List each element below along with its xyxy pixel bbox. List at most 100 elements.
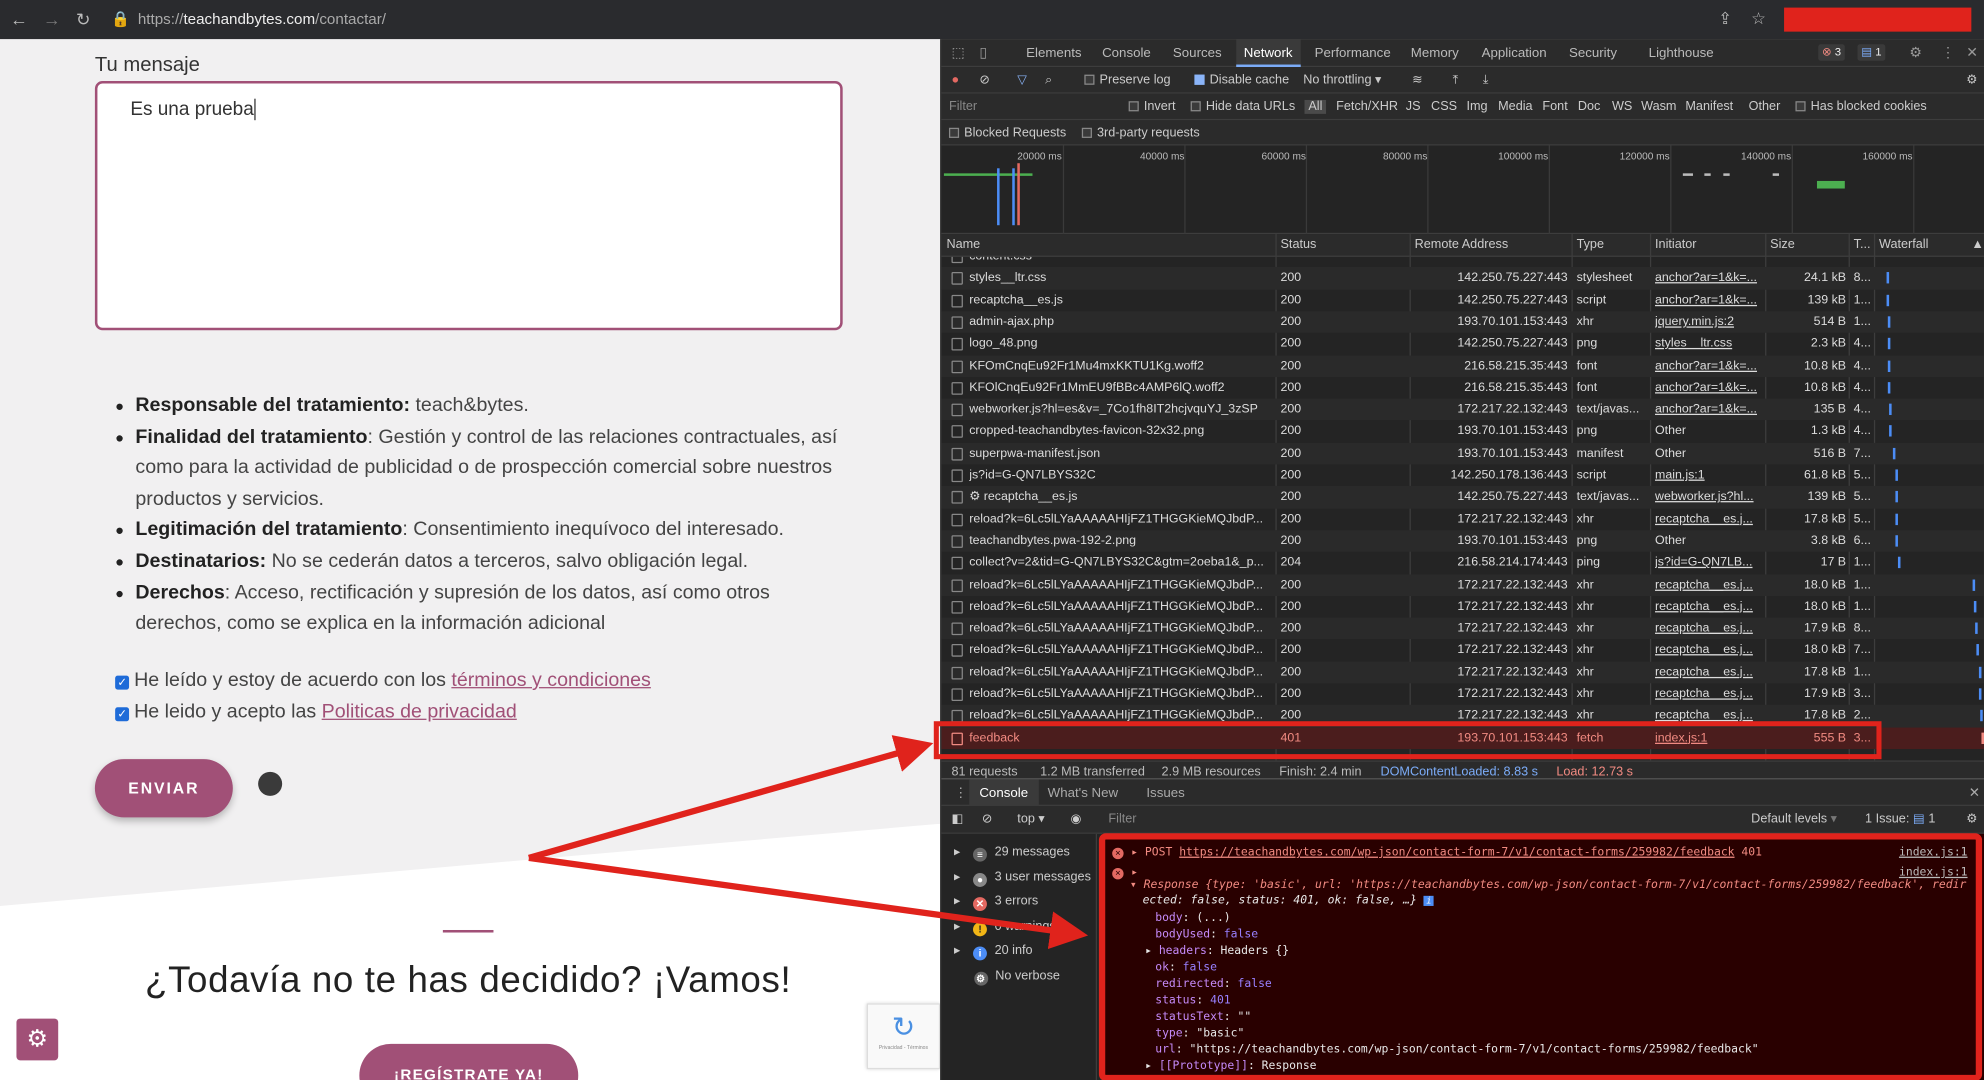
- privacy-checkbox[interactable]: ✓: [115, 707, 130, 722]
- col-time[interactable]: T...: [1854, 238, 1871, 252]
- row-initiator[interactable]: jquery.min.js:2: [1655, 315, 1763, 329]
- request-row[interactable]: superpwa-manifest.json 200 193.70.101.153:…: [941, 442, 1984, 465]
- search-icon[interactable]: ⌕: [1045, 73, 1052, 87]
- forward-icon[interactable]: →: [43, 9, 61, 29]
- default-levels-select[interactable]: Default levels ▾: [1751, 812, 1837, 826]
- type-filter-other[interactable]: Other: [1749, 100, 1781, 114]
- error-count-badge[interactable]: ⊗ 3: [1818, 44, 1845, 61]
- tab-security[interactable]: Security: [1569, 46, 1617, 61]
- reload-icon[interactable]: ↻: [76, 9, 91, 31]
- sidebar-info[interactable]: ▸ i 20 info: [954, 944, 1033, 961]
- export-har-icon[interactable]: ⤓: [1483, 73, 1489, 87]
- more-options-icon[interactable]: ⋮: [1941, 44, 1955, 61]
- import-har-icon[interactable]: ⤒: [1453, 73, 1459, 87]
- type-filter-css[interactable]: CSS: [1431, 100, 1457, 114]
- type-filter-wasm[interactable]: Wasm: [1641, 100, 1676, 114]
- expand-arrow-icon[interactable]: ▸: [1145, 1060, 1159, 1073]
- request-row[interactable]: reload?k=6Lc5lLYaAAAAAHIjFZ1THGGKieMQJbd…: [941, 683, 1984, 705]
- close-devtools-icon[interactable]: ✕: [1966, 44, 1978, 61]
- drawer-tab-console[interactable]: Console: [969, 779, 1039, 808]
- disable-cache-checkbox[interactable]: Disable cache: [1194, 73, 1289, 87]
- row-initiator[interactable]: recaptcha__es.j...: [1655, 709, 1763, 723]
- request-row[interactable]: ⚙ recaptcha__es.js 200 142.250.75.227:443 t…: [941, 486, 1984, 509]
- share-icon[interactable]: ⇪: [1718, 9, 1732, 29]
- request-row[interactable]: js?id=G-QN7LBYS32C 200 142.250.178.136:443…: [941, 464, 1984, 486]
- tab-performance[interactable]: Performance: [1315, 46, 1391, 61]
- blocked-requests-checkbox[interactable]: Blocked Requests: [948, 127, 1066, 140]
- request-row[interactable]: reload?k=6Lc5lLYaAAAAAHIjFZ1THGGKieMQJbd…: [941, 639, 1984, 661]
- row-initiator[interactable]: recaptcha__es.j...: [1655, 578, 1763, 592]
- row-initiator[interactable]: Other: [1655, 424, 1763, 438]
- issues-counter[interactable]: 1 Issue: ▤ 1: [1865, 812, 1935, 826]
- request-row[interactable]: teachandbytes.pwa-192-2.png 200 193.70.101…: [941, 530, 1984, 552]
- row-initiator[interactable]: recaptcha__es.j...: [1655, 687, 1763, 701]
- tab-sources[interactable]: Sources: [1173, 46, 1222, 61]
- privacy-link[interactable]: Politicas de privacidad: [322, 701, 517, 723]
- log-source-link[interactable]: index.js:1: [1899, 867, 1968, 880]
- row-initiator[interactable]: js?id=G-QN7LB...: [1655, 556, 1763, 570]
- clear-icon[interactable]: ⊘: [979, 73, 990, 87]
- col-name[interactable]: Name: [946, 238, 980, 252]
- cookie-settings-gear-icon[interactable]: ⚙: [16, 1018, 59, 1061]
- context-select[interactable]: top ▾: [1017, 812, 1044, 826]
- col-initiator[interactable]: Initiator: [1655, 238, 1696, 252]
- request-row[interactable]: recaptcha__es.js 200 142.250.75.227:443 scr…: [941, 289, 1984, 311]
- col-type[interactable]: Type: [1577, 238, 1604, 252]
- drawer-tab-whats-new[interactable]: What's New: [1048, 786, 1118, 801]
- invert-checkbox[interactable]: Invert: [1128, 100, 1175, 114]
- hide-data-urls-checkbox[interactable]: Hide data URLs: [1190, 100, 1295, 114]
- row-initiator[interactable]: recaptcha__es.j...: [1655, 665, 1763, 679]
- tab-lighthouse[interactable]: Lighthouse: [1649, 46, 1714, 61]
- row-initiator[interactable]: anchor?ar=1&k=...: [1655, 359, 1763, 373]
- throttling-select[interactable]: No throttling ▾: [1303, 73, 1381, 87]
- tab-network[interactable]: Network: [1236, 39, 1301, 68]
- request-row[interactable]: reload?k=6Lc5lLYaAAAAAHIjFZ1THGGKieMQJbd…: [941, 508, 1984, 530]
- drawer-menu-icon[interactable]: ⋮: [954, 786, 967, 801]
- record-icon[interactable]: ●: [952, 73, 960, 87]
- preserve-log-checkbox[interactable]: Preserve log: [1084, 73, 1171, 87]
- type-filter-js[interactable]: JS: [1406, 100, 1421, 114]
- filter-icon[interactable]: ▽: [1017, 73, 1027, 87]
- type-filter-media[interactable]: Media: [1498, 100, 1532, 114]
- request-row[interactable]: styles__ltr.css 200 142.250.75.227:443 styl…: [941, 267, 1984, 290]
- request-row[interactable]: logo_48.png 200 142.250.75.227:443 png style…: [941, 333, 1984, 355]
- row-initiator[interactable]: anchor?ar=1&k=...: [1655, 381, 1763, 395]
- request-row[interactable]: cropped-teachandbytes-favicon-32x32.png 2…: [941, 421, 1984, 443]
- post-url-link[interactable]: https://teachandbytes.com/wp-json/contac…: [1179, 846, 1734, 859]
- tab-application[interactable]: Application: [1482, 46, 1547, 61]
- drawer-tab-issues[interactable]: Issues: [1146, 786, 1184, 801]
- device-toolbar-icon[interactable]: ▯: [979, 44, 987, 61]
- log-source-link[interactable]: index.js:1: [1899, 846, 1968, 859]
- row-initiator[interactable]: anchor?ar=1&k=...: [1655, 293, 1763, 307]
- settings-gear-icon[interactable]: ⚙: [1909, 44, 1921, 61]
- request-row[interactable]: reload?k=6Lc5lLYaAAAAAHIjFZ1THGGKieMQJbd…: [941, 661, 1984, 684]
- request-row-feedback[interactable]: feedback 401 193.70.101.153:443 fetch index.…: [941, 727, 1984, 749]
- sidebar-verbose[interactable]: ⚙ No verbose: [954, 969, 1060, 986]
- col-status[interactable]: Status: [1280, 238, 1316, 252]
- type-filter-font[interactable]: Font: [1542, 100, 1567, 114]
- console-filter-input[interactable]: Filter: [1108, 812, 1136, 826]
- sidebar-errors[interactable]: ▸ ✕ 3 errors: [954, 895, 1038, 912]
- recaptcha-terms[interactable]: Privacidad - Términos: [868, 1044, 939, 1050]
- recaptcha-badge[interactable]: ↻ Privacidad - Términos: [866, 1003, 941, 1070]
- tab-memory[interactable]: Memory: [1411, 46, 1459, 61]
- tab-console[interactable]: Console: [1102, 46, 1151, 61]
- blocked-cookies-checkbox[interactable]: Has blocked cookies: [1795, 100, 1927, 114]
- col-size[interactable]: Size: [1770, 238, 1795, 252]
- tab-elements[interactable]: Elements: [1026, 46, 1081, 61]
- response-property[interactable]: ▸ [[Prototype]]: Response: [1145, 1060, 1316, 1073]
- bookmark-star-icon[interactable]: ☆: [1751, 9, 1766, 29]
- type-filter-doc[interactable]: Doc: [1578, 100, 1601, 114]
- request-row[interactable]: KFOmCnqEu92Fr1Mu4mxKKTU1Kg.woff2 200 216.5…: [941, 354, 1984, 377]
- back-icon[interactable]: ←: [10, 9, 28, 29]
- console-settings-icon[interactable]: ⚙: [1966, 812, 1977, 826]
- message-count-badge[interactable]: ▤ 1: [1857, 44, 1886, 61]
- address-bar[interactable]: 🔒 https://teachandbytes.com/contactar/: [111, 6, 1771, 33]
- row-initiator[interactable]: main.js:1: [1655, 468, 1763, 482]
- row-initiator[interactable]: anchor?ar=1&k=...: [1655, 271, 1763, 285]
- row-initiator[interactable]: recaptcha__es.j...: [1655, 643, 1763, 657]
- send-button[interactable]: ENVIAR: [94, 759, 233, 818]
- response-summary[interactable]: ▾ Response {type: 'basic', url: 'https:/…: [1130, 879, 1966, 892]
- type-filter-all[interactable]: All: [1304, 99, 1327, 114]
- request-row[interactable]: collect?v=2&tid=G-QN7LBYS32C&gtm=2oeba1&…: [941, 552, 1984, 574]
